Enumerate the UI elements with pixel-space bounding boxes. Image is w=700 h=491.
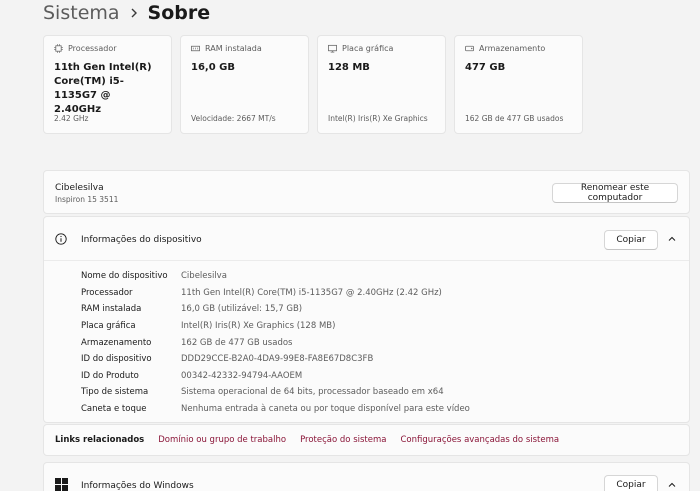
pc-name-panel: Cibelesilva Inspiron 15 3511 Renomear es…	[43, 170, 690, 214]
link-system-protection[interactable]: Proteção do sistema	[300, 435, 386, 445]
card-gpu-sub: Intel(R) Iris(R) Xe Graphics	[328, 114, 428, 123]
summary-cards: Processador 11th Gen Intel(R) Core(TM) i…	[43, 35, 583, 134]
info-icon	[55, 233, 67, 245]
spec-value: 162 GB de 477 GB usados	[181, 337, 293, 348]
link-advanced-settings[interactable]: Configurações avançadas do sistema	[400, 435, 559, 445]
spec-value: Sistema operacional de 64 bits, processa…	[181, 387, 444, 398]
related-links-label: Links relacionados	[55, 435, 145, 445]
card-ram-title: RAM instalada	[205, 44, 262, 53]
spec-row: Armazenamento 162 GB de 477 GB usados	[81, 334, 470, 351]
card-ram-sub: Velocidade: 2667 MT/s	[191, 114, 276, 123]
windows-info-panel[interactable]: Informações do Windows Copiar	[43, 462, 690, 491]
card-storage-title: Armazenamento	[479, 44, 546, 53]
spec-label: Tipo de sistema	[81, 387, 149, 398]
spec-row: Processador 11th Gen Intel(R) Core(TM) i5…	[81, 285, 470, 302]
card-processor-sub: 2.42 GHz	[54, 114, 89, 123]
spec-row: Caneta e toque Nenhuma entrada à caneta o…	[81, 401, 470, 418]
related-links: Links relacionados Domínio ou grupo de t…	[43, 424, 690, 456]
card-gpu-title: Placa gráfica	[342, 44, 394, 53]
spec-label: ID do Produto	[81, 370, 139, 381]
spec-label: Armazenamento	[81, 337, 152, 348]
spec-value: DDD29CCE-B2A0-4DA9-99E8-FA8E67D8C3FB	[181, 354, 374, 365]
storage-icon	[465, 45, 474, 52]
card-ram: RAM instalada 16,0 GB Velocidade: 2667 M…	[180, 35, 309, 134]
spec-value: 11th Gen Intel(R) Core(TM) i5-1135G7 @ 2…	[181, 287, 442, 298]
card-storage: Armazenamento 477 GB 162 GB de 477 GB us…	[454, 35, 583, 134]
ram-icon	[191, 45, 200, 52]
spec-label: Nome do dispositivo	[81, 271, 168, 282]
spec-row: ID do dispositivo DDD29CCE-B2A0-4DA9-99E8…	[81, 351, 470, 368]
device-specs: Nome do dispositivo Cibelesilva Processad…	[81, 268, 470, 417]
spec-value: Intel(R) Iris(R) Xe Graphics (128 MB)	[181, 321, 336, 332]
spec-value: 16,0 GB (utilizável: 15,7 GB)	[181, 304, 303, 315]
breadcrumb: Sistema Sobre	[43, 0, 210, 26]
gpu-icon	[328, 44, 337, 53]
processor-icon	[54, 44, 63, 53]
card-gpu: Placa gráfica 128 MB Intel(R) Iris(R) Xe…	[317, 35, 446, 134]
device-info-panel: Informações do dispositivo Copiar Nome d…	[43, 216, 690, 423]
spec-value: 00342-42332-94794-AAOEM	[181, 370, 303, 381]
card-gpu-value: 128 MB	[328, 62, 370, 73]
chevron-right-icon	[130, 8, 138, 18]
card-processor-value: 11th Gen Intel(R) Core(TM) i5-1135G7 @ 2…	[54, 62, 152, 115]
chevron-up-icon[interactable]	[668, 235, 676, 243]
spec-label: Processador	[81, 287, 133, 298]
card-storage-value: 477 GB	[465, 62, 506, 73]
link-domain-workgroup[interactable]: Domínio ou grupo de trabalho	[158, 435, 286, 445]
spec-row: ID do Produto 00342-42332-94794-AAOEM	[81, 368, 470, 385]
spec-row: Placa gráfica Intel(R) Iris(R) Xe Graphic…	[81, 318, 470, 335]
spec-label: Placa gráfica	[81, 321, 136, 332]
card-processor: Processador 11th Gen Intel(R) Core(TM) i…	[43, 35, 172, 134]
spec-row: RAM instalada 16,0 GB (utilizável: 15,7 G…	[81, 301, 470, 318]
rename-pc-button[interactable]: Renomear este computador	[552, 183, 678, 203]
windows-info-title: Informações do Windows	[81, 481, 194, 491]
page-title: Sobre	[147, 2, 211, 24]
breadcrumb-sistema[interactable]: Sistema	[43, 2, 120, 24]
spec-row: Tipo de sistema Sistema operacional de 64…	[81, 384, 470, 401]
windows-logo-icon	[55, 478, 68, 491]
copy-windows-info-button[interactable]: Copiar	[604, 475, 658, 491]
spec-label: ID do dispositivo	[81, 354, 152, 365]
card-storage-sub: 162 GB de 477 GB usados	[465, 114, 564, 123]
copy-device-info-button[interactable]: Copiar	[604, 230, 658, 250]
card-processor-title: Processador	[68, 44, 117, 53]
card-ram-value: 16,0 GB	[191, 62, 235, 73]
spec-row: Nome do dispositivo Cibelesilva	[81, 268, 470, 285]
spec-label: Caneta e toque	[81, 404, 147, 415]
spec-value: Cibelesilva	[181, 271, 227, 282]
chevron-up-icon[interactable]	[668, 481, 676, 489]
device-info-title: Informações do dispositivo	[81, 235, 202, 245]
spec-value: Nenhuma entrada à caneta ou por toque di…	[181, 404, 470, 415]
spec-label: RAM instalada	[81, 304, 142, 315]
device-info-header[interactable]: Informações do dispositivo Copiar	[44, 217, 689, 261]
